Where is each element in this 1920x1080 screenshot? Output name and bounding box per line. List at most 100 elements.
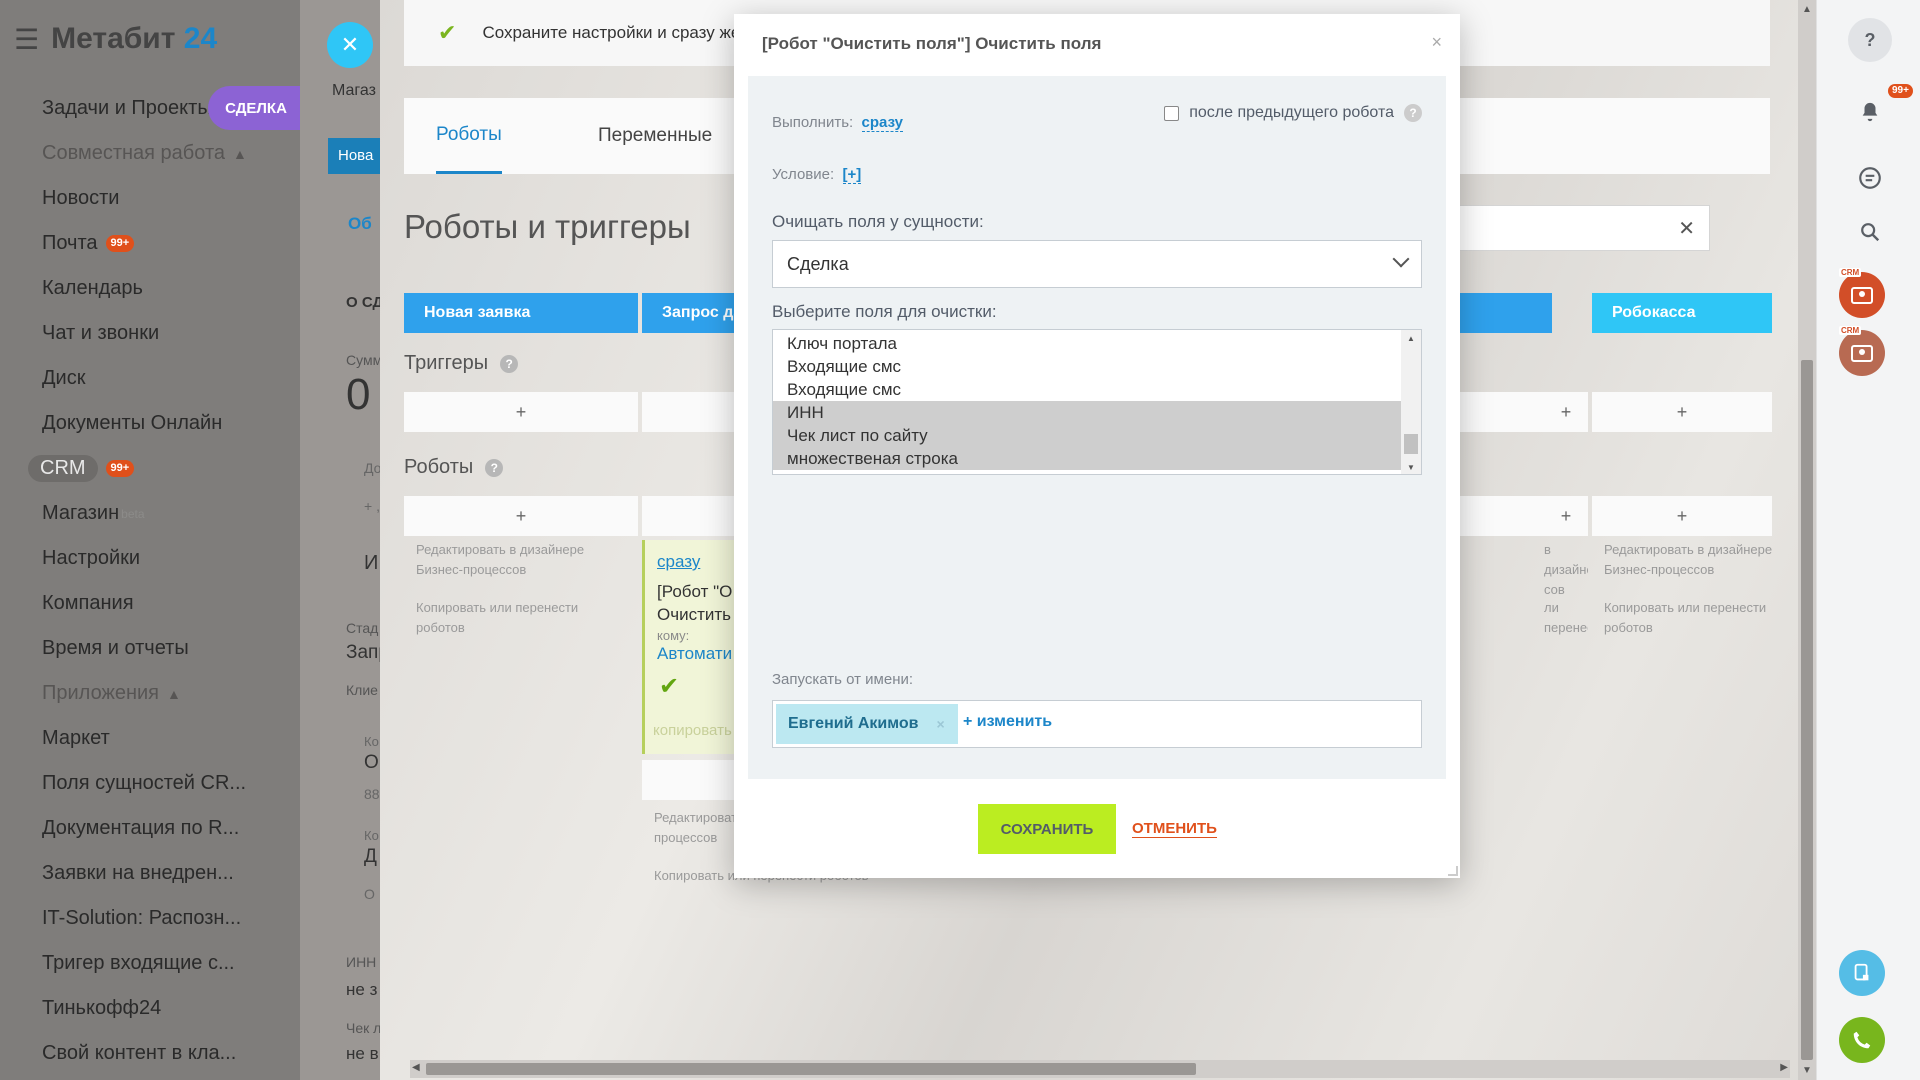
search-icon[interactable]	[1848, 210, 1892, 254]
field-option[interactable]: ИНН	[773, 401, 1421, 424]
sidebar-item[interactable]: IT-Solution: Распозн...	[0, 896, 300, 941]
slider-close-icon[interactable]: ✕	[327, 22, 373, 68]
add-trigger-button[interactable]	[642, 392, 742, 432]
sidebar-item[interactable]: Документация по R...	[0, 806, 300, 851]
sidebar-item[interactable]: Время и отчеты	[0, 626, 300, 671]
resize-handle-icon[interactable]	[1448, 866, 1458, 876]
add-trigger-button[interactable]: +	[1444, 392, 1588, 432]
scrollbar-thumb[interactable]	[1404, 434, 1418, 454]
robot-when-link[interactable]: сразу	[657, 552, 700, 572]
search-clear-icon[interactable]: ✕	[1678, 216, 1695, 241]
add-robot-button[interactable]	[642, 760, 742, 800]
run-as-user-field[interactable]: Евгений Акимов × + изменить	[772, 700, 1422, 748]
edit-in-designer-link[interactable]: Редактировать в дизайнере Бизнес-процесс…	[1604, 540, 1774, 580]
add-robot-button[interactable]: +	[1592, 496, 1772, 536]
add-robot-button[interactable]: +	[1444, 496, 1588, 536]
help-icon[interactable]: ?	[1404, 104, 1422, 122]
counter-badge: 99+	[105, 235, 135, 252]
fields-label: Выберите поля для очистки:	[772, 302, 997, 321]
user-tag[interactable]: Евгений Акимов ×	[776, 704, 958, 744]
edit-in-designer-link[interactable]: Редактировать в дизайнере Бизнес-процесс…	[416, 540, 616, 580]
right-panel: ? 99+ CRM CRM	[1816, 0, 1920, 1080]
sidebar-item[interactable]: Совместная работа ▲	[0, 131, 300, 176]
add-trigger-button[interactable]: +	[1592, 392, 1772, 432]
sidebar-item[interactable]: Приложения ▲	[0, 671, 300, 716]
tab-variables[interactable]: Переменные	[598, 98, 712, 174]
sidebar-item[interactable]: Чат и звонки	[0, 311, 300, 356]
add-robot-button[interactable]	[642, 496, 742, 536]
bg-tab[interactable]: Об	[348, 214, 372, 234]
sidebar-item[interactable]: Календарь	[0, 266, 300, 311]
sidebar-item[interactable]: Тинькофф24	[0, 986, 300, 1031]
sidebar-item[interactable]: Свой контент в кла...	[0, 1031, 300, 1076]
sidebar-item[interactable]: Поля сущностей CR...	[0, 761, 300, 806]
scrollbar-thumb[interactable]	[1801, 360, 1813, 1060]
execute-value-link[interactable]: сразу	[861, 114, 904, 132]
sidebar-item[interactable]: CRM 99+	[0, 446, 300, 491]
remove-user-icon[interactable]: ×	[936, 716, 944, 732]
logo[interactable]: ☰ Метабит 24	[14, 22, 217, 56]
field-option[interactable]: Чек лист по сайту	[773, 424, 1421, 447]
save-button[interactable]: СОХРАНИТЬ	[978, 804, 1116, 854]
help-icon[interactable]: ?	[485, 458, 504, 477]
cancel-button[interactable]: ОТМЕНИТЬ	[1132, 820, 1217, 838]
phone-icon[interactable]	[1839, 1017, 1885, 1063]
sidebar-item[interactable]: Почта 99+	[0, 221, 300, 266]
after-previous-checkbox[interactable]	[1164, 105, 1180, 121]
sidebar-item[interactable]: Заявки на внедрен...	[0, 851, 300, 896]
fields-multiselect[interactable]: Ключ портала Входящие смс Входящие смс ИНН Ч…	[772, 329, 1422, 475]
stage-robokassa[interactable]: Робокасса	[1592, 293, 1772, 333]
sidebar-item[interactable]: Магазин beta	[0, 491, 300, 536]
field-option[interactable]: Входящие смс	[773, 355, 1421, 378]
field-option[interactable]: Ключ портала	[773, 332, 1421, 355]
horizontal-scrollbar[interactable]: ◀ ▶	[410, 1060, 1790, 1078]
add-trigger-button[interactable]: +	[404, 392, 638, 432]
crm-contact-icon[interactable]: CRM	[1839, 268, 1885, 318]
copy-robots-link[interactable]: ли перенести	[1544, 598, 1588, 638]
sidebar-item[interactable]: Документы Онлайн	[0, 401, 300, 446]
edit-in-designer-link[interactable]: в дизайнере сов	[1544, 540, 1588, 600]
chevron-up-icon[interactable]: ▲	[233, 146, 247, 162]
add-condition-link[interactable]: [+]	[842, 166, 862, 184]
document-icon[interactable]	[1839, 950, 1885, 996]
stage-data-request[interactable]: Запрос данных	[642, 293, 742, 333]
bell-icon[interactable]: 99+	[1848, 84, 1913, 134]
bg-new-button[interactable]: Нова	[328, 138, 380, 174]
field-option[interactable]: Входящие смс	[773, 378, 1421, 401]
copy-robots-link[interactable]: Копировать или перенести роботов	[1604, 598, 1774, 638]
chat-icon[interactable]	[1848, 156, 1892, 200]
deal-tag[interactable]: СДЕЛКА	[208, 86, 300, 130]
menu-burger-icon[interactable]: ☰	[14, 23, 39, 56]
sidebar-item[interactable]: Компания	[0, 581, 300, 626]
close-icon[interactable]: ×	[1431, 32, 1442, 53]
sidebar-item[interactable]: Задачи и Проекты СДЕЛКА	[0, 86, 300, 131]
search-input[interactable]: ✕	[1430, 205, 1710, 251]
copy-robots-link[interactable]: Копировать или перенести роботов	[416, 598, 616, 638]
stage-new-request[interactable]: Новая заявка	[404, 293, 638, 333]
listbox-scrollbar[interactable]: ▲ ▼	[1401, 330, 1421, 474]
sidebar-item-label: Диск	[42, 367, 86, 389]
tab-robots[interactable]: Роботы	[436, 98, 502, 174]
entity-select[interactable]: Сделка	[772, 240, 1422, 288]
field-option[interactable]: множественая строка	[773, 447, 1421, 470]
robot-copy-link[interactable]: копировать	[653, 722, 732, 739]
add-robot-button[interactable]: +	[404, 496, 638, 536]
sidebar-item[interactable]: Тригер входящие с...	[0, 941, 300, 986]
stage-unnamed[interactable]	[1444, 293, 1552, 333]
sidebar-item[interactable]: Новости	[0, 176, 300, 221]
execute-row: Выполнить: сразу	[772, 114, 904, 132]
after-previous-option[interactable]: после предыдущего робота ?	[1164, 104, 1422, 122]
vertical-scrollbar[interactable]: ▲ ▼	[1798, 0, 1816, 1080]
sidebar-item[interactable]: Маркет	[0, 716, 300, 761]
sidebar-item-label: IT-Solution: Распозн...	[42, 907, 242, 929]
sidebar-item[interactable]: Настройки	[0, 536, 300, 581]
robot-card[interactable]: сразу [Робот "О Очистить кому: Автомати ✔…	[642, 540, 742, 754]
help-icon[interactable]: ?	[500, 354, 519, 373]
change-user-link[interactable]: + изменить	[963, 713, 1052, 731]
chevron-up-icon[interactable]: ▲	[167, 686, 181, 702]
crm-contact-icon[interactable]: CRM	[1839, 326, 1885, 376]
condition-label: Условие:	[772, 166, 835, 183]
scrollbar-thumb[interactable]	[426, 1063, 1196, 1075]
sidebar-item[interactable]: Диск	[0, 356, 300, 401]
help-icon[interactable]: ?	[1848, 18, 1892, 62]
